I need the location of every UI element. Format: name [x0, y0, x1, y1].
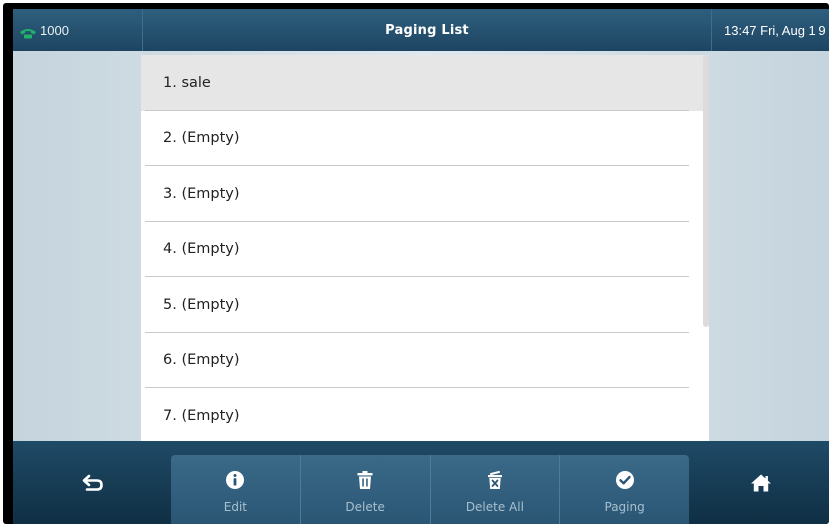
softkey-group: Edit Delete Delete All Paging	[171, 455, 689, 524]
back-arrow-icon	[82, 474, 104, 492]
phone-handset-icon	[19, 24, 37, 39]
edit-label: Edit	[223, 499, 247, 514]
softkey-bar: Edit Delete Delete All Paging	[13, 441, 829, 524]
home-icon	[750, 473, 772, 493]
trash-x-icon	[486, 470, 504, 494]
delete-all-button[interactable]: Delete All	[431, 455, 561, 524]
list-item-label: 6. (Empty)	[163, 352, 240, 369]
account-indicator[interactable]: 1000	[13, 9, 143, 51]
list-item[interactable]: 7. (Empty)	[141, 388, 709, 441]
list-item[interactable]: 2. (Empty)	[141, 110, 709, 166]
home-button[interactable]	[721, 441, 801, 524]
list-item[interactable]: 3. (Empty)	[141, 166, 709, 222]
list-item-label: 7. (Empty)	[163, 407, 240, 424]
list-item-label: 5. (Empty)	[163, 296, 240, 313]
list-item-label: 1. sale	[163, 74, 211, 91]
paging-list: 1. sale 2. (Empty) 3. (Empty) 4. (Empty)…	[141, 55, 709, 441]
account-number: 1000	[40, 22, 69, 38]
list-item-label: 3. (Empty)	[163, 185, 240, 202]
date-time: 13:47 Fri, Aug 1 9	[711, 9, 829, 51]
check-circle-icon	[615, 470, 635, 494]
status-bar: 1000 Paging List 13:47 Fri, Aug 1 9	[13, 9, 829, 51]
back-button[interactable]	[53, 441, 133, 524]
list-item-label: 2. (Empty)	[163, 130, 240, 147]
delete-label: Delete	[345, 499, 385, 514]
info-icon	[225, 470, 245, 494]
delete-button[interactable]: Delete	[301, 455, 431, 524]
paging-button[interactable]: Paging	[560, 455, 689, 524]
phone-screen: 1000 Paging List 13:47 Fri, Aug 1 9 1. s…	[3, 3, 829, 524]
content-area: 1. sale 2. (Empty) 3. (Empty) 4. (Empty)…	[13, 51, 829, 441]
list-item[interactable]: 5. (Empty)	[141, 277, 709, 333]
trash-icon	[356, 470, 374, 494]
page-title: Paging List	[385, 22, 469, 38]
scrollbar[interactable]	[703, 55, 709, 327]
list-item[interactable]: 1. sale	[141, 55, 709, 111]
edit-button[interactable]: Edit	[171, 455, 301, 524]
delete-all-label: Delete All	[465, 499, 524, 514]
list-item[interactable]: 4. (Empty)	[141, 221, 709, 277]
list-item-label: 4. (Empty)	[163, 241, 240, 258]
paging-label: Paging	[604, 499, 645, 514]
list-item[interactable]: 6. (Empty)	[141, 332, 709, 388]
